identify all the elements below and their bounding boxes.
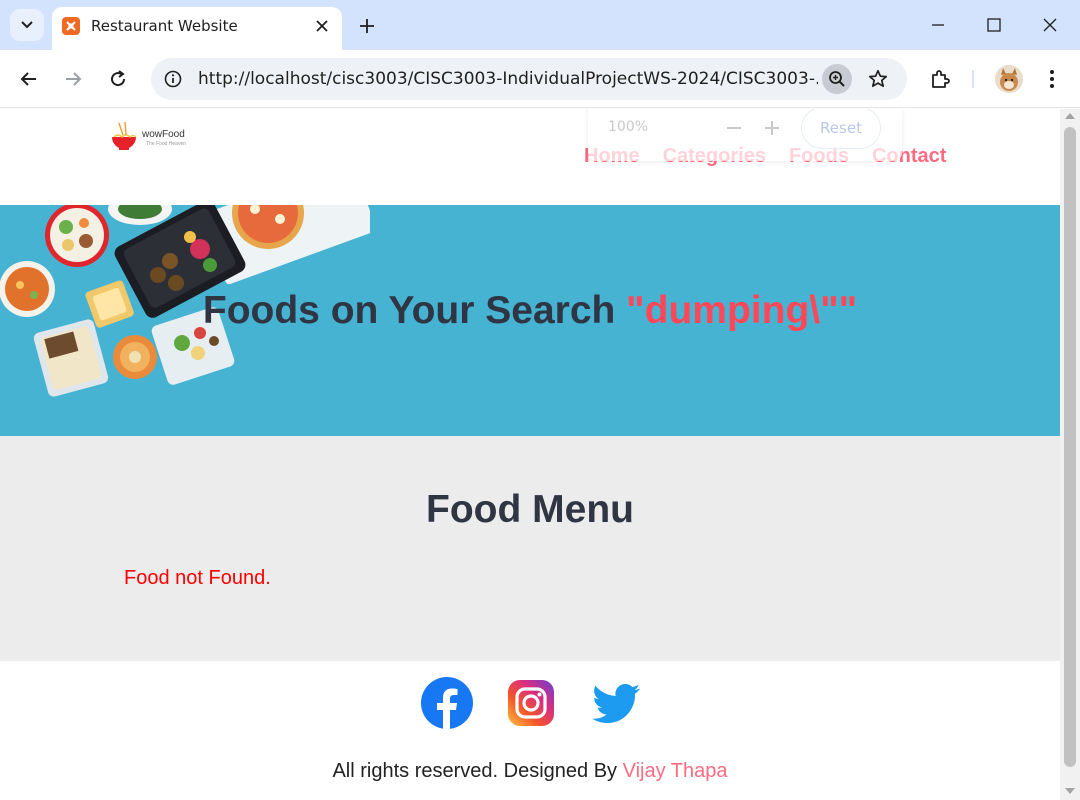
- extensions-icon: [932, 70, 950, 88]
- toolbar-divider: [972, 70, 974, 88]
- plus-icon: [360, 19, 374, 33]
- forward-icon: [66, 72, 82, 86]
- search-title-prefix: Foods on Your Search: [202, 289, 627, 332]
- search-results-title: Foods on Your Search "dumping\"": [0, 289, 1060, 333]
- star-icon: [868, 69, 888, 88]
- more-menu-icon: [1050, 70, 1054, 88]
- logo-name: wowFood: [142, 129, 185, 140]
- page-scrollbar[interactable]: [1060, 109, 1080, 800]
- close-tab-button[interactable]: [312, 16, 332, 36]
- logo-tagline: The Food Heaven: [146, 141, 187, 147]
- close-icon: [316, 20, 328, 32]
- site-info-icon: [164, 70, 182, 88]
- close-window-button[interactable]: [1035, 10, 1065, 40]
- tab-strip: Restaurant Website: [0, 0, 1080, 50]
- maximize-button[interactable]: [979, 10, 1009, 40]
- tab-list-button[interactable]: [10, 9, 44, 41]
- food-not-found-message: Food not Found.: [124, 567, 271, 589]
- back-icon: [20, 72, 36, 86]
- reload-icon: [111, 70, 126, 87]
- instagram-icon[interactable]: [504, 676, 558, 730]
- back-button[interactable]: [14, 64, 44, 94]
- profile-avatar[interactable]: [995, 65, 1023, 93]
- zoom-reset-button[interactable]: Reset: [801, 109, 881, 149]
- designer-link[interactable]: Vijay Thapa: [623, 760, 728, 782]
- zoom-level-text: 100%: [608, 119, 649, 135]
- bookmark-button[interactable]: [863, 64, 893, 94]
- site-info-button[interactable]: [160, 66, 186, 92]
- twitter-icon[interactable]: [588, 676, 642, 730]
- social-links: [0, 661, 1060, 751]
- search-query-text: "dumping\"": [626, 289, 858, 332]
- browser-toolbar: http://localhost/cisc3003/CISC3003-Indiv…: [0, 50, 1080, 108]
- url-text[interactable]: http://localhost/cisc3003/CISC3003-Indiv…: [198, 69, 818, 89]
- forward-button[interactable]: [58, 64, 88, 94]
- scroll-thumb[interactable]: [1064, 127, 1076, 767]
- zoom-out-button[interactable]: [724, 118, 744, 138]
- active-tab[interactable]: Restaurant Website: [52, 7, 342, 50]
- close-window-icon: [1043, 18, 1057, 32]
- minimize-button[interactable]: [923, 10, 953, 40]
- tab-list-icon: [21, 21, 33, 29]
- zoom-in-button[interactable]: [762, 118, 782, 138]
- more-menu-button[interactable]: [1037, 64, 1067, 94]
- food-menu-section: Food Menu Food not Found.: [0, 436, 1060, 661]
- footer-copyright: All rights reserved. Designed By Vijay T…: [0, 760, 1060, 783]
- zoom-icon: [829, 71, 845, 87]
- xampp-favicon-icon: [62, 17, 80, 35]
- site-logo[interactable]: wowFood The Food Heaven: [110, 121, 200, 155]
- noodle-bowl-icon: [112, 121, 137, 150]
- maximize-icon: [987, 18, 1001, 32]
- new-tab-button[interactable]: [354, 13, 380, 39]
- copyright-text: All rights reserved. Designed By: [332, 760, 623, 782]
- reload-button[interactable]: [103, 64, 133, 94]
- scroll-down-arrow[interactable]: [1065, 788, 1075, 794]
- minus-icon: [727, 127, 741, 129]
- scroll-up-arrow[interactable]: [1065, 113, 1075, 119]
- tab-title: Restaurant Website: [91, 17, 238, 35]
- food-menu-heading: Food Menu: [426, 488, 634, 531]
- plus-icon: [765, 121, 779, 135]
- zoom-button[interactable]: [822, 64, 852, 94]
- extensions-button[interactable]: [925, 64, 955, 94]
- facebook-icon[interactable]: [420, 676, 474, 730]
- address-bar[interactable]: http://localhost/cisc3003/CISC3003-Indiv…: [151, 58, 907, 100]
- zoom-popup: 100% Reset: [588, 109, 902, 161]
- search-hero-banner: Foods on Your Search "dumping\"": [0, 205, 1060, 436]
- minimize-icon: [932, 24, 944, 26]
- page-viewport: wowFood The Food Heaven Home Categories …: [0, 109, 1060, 800]
